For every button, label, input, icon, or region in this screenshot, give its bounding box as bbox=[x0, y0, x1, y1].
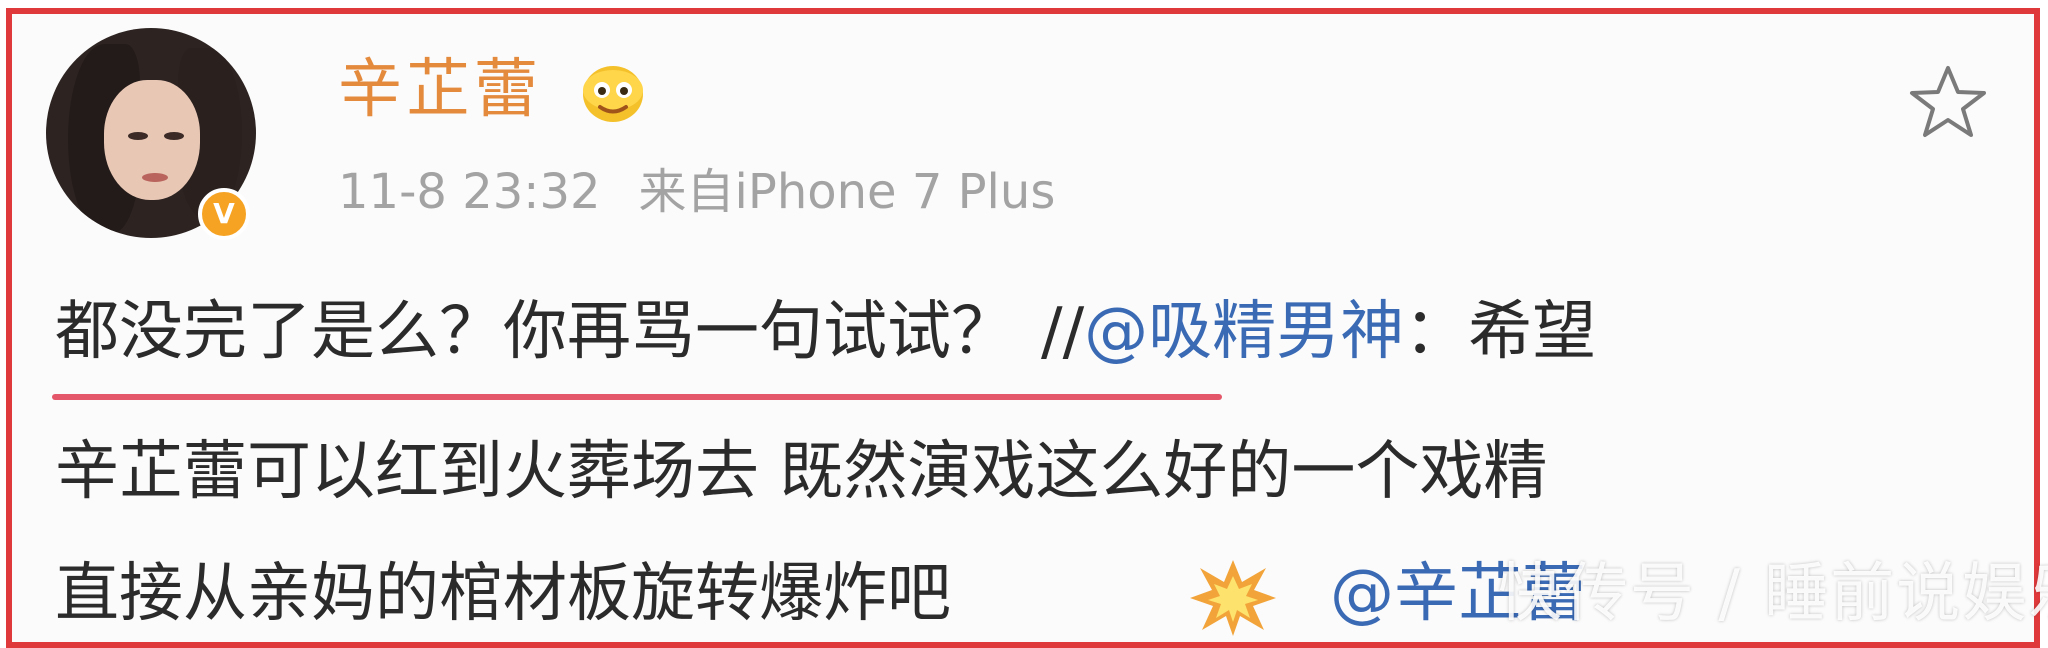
post-meta: 11-8 23:32 来自iPhone 7 Plus bbox=[338, 168, 1055, 216]
explosion-emoji-icon bbox=[1190, 560, 1276, 636]
avatar-eye bbox=[128, 132, 148, 140]
post-username[interactable]: 辛芷蕾 bbox=[338, 58, 542, 122]
verified-v-icon: V bbox=[198, 188, 250, 240]
avatar-face bbox=[104, 80, 200, 200]
avatar-lips bbox=[142, 173, 168, 182]
vip-emoji-icon bbox=[583, 66, 643, 122]
post-text-main: 都没完了是么？你再骂一句试试？ bbox=[55, 295, 1015, 369]
avatar-eye bbox=[164, 132, 184, 140]
post-text-line-1: 都没完了是么？你再骂一句试试？//@吸精男神：希望 bbox=[55, 300, 1596, 364]
post-timestamp: 11-8 23:32 bbox=[338, 164, 601, 220]
repost-prefix: // bbox=[1041, 295, 1085, 369]
watermark: 快传号 / 睡前说娱乐 bbox=[1498, 557, 2048, 631]
star-icon[interactable] bbox=[1908, 62, 1988, 142]
post-text-main: 直接从亲妈的棺材板旋转爆炸吧 bbox=[55, 557, 951, 631]
post-text-line-3: 直接从亲妈的棺材板旋转爆炸吧 bbox=[55, 562, 951, 626]
post-source: 来自iPhone 7 Plus bbox=[638, 164, 1056, 220]
mention-link[interactable]: @吸精男神 bbox=[1084, 295, 1404, 369]
highlight-underline bbox=[52, 394, 1222, 400]
post-text-line-2: 辛芷蕾可以红到火葬场去 既然演戏这么好的一个戏精 bbox=[55, 435, 1548, 509]
post-text-tail: ：希望 bbox=[1404, 295, 1597, 369]
